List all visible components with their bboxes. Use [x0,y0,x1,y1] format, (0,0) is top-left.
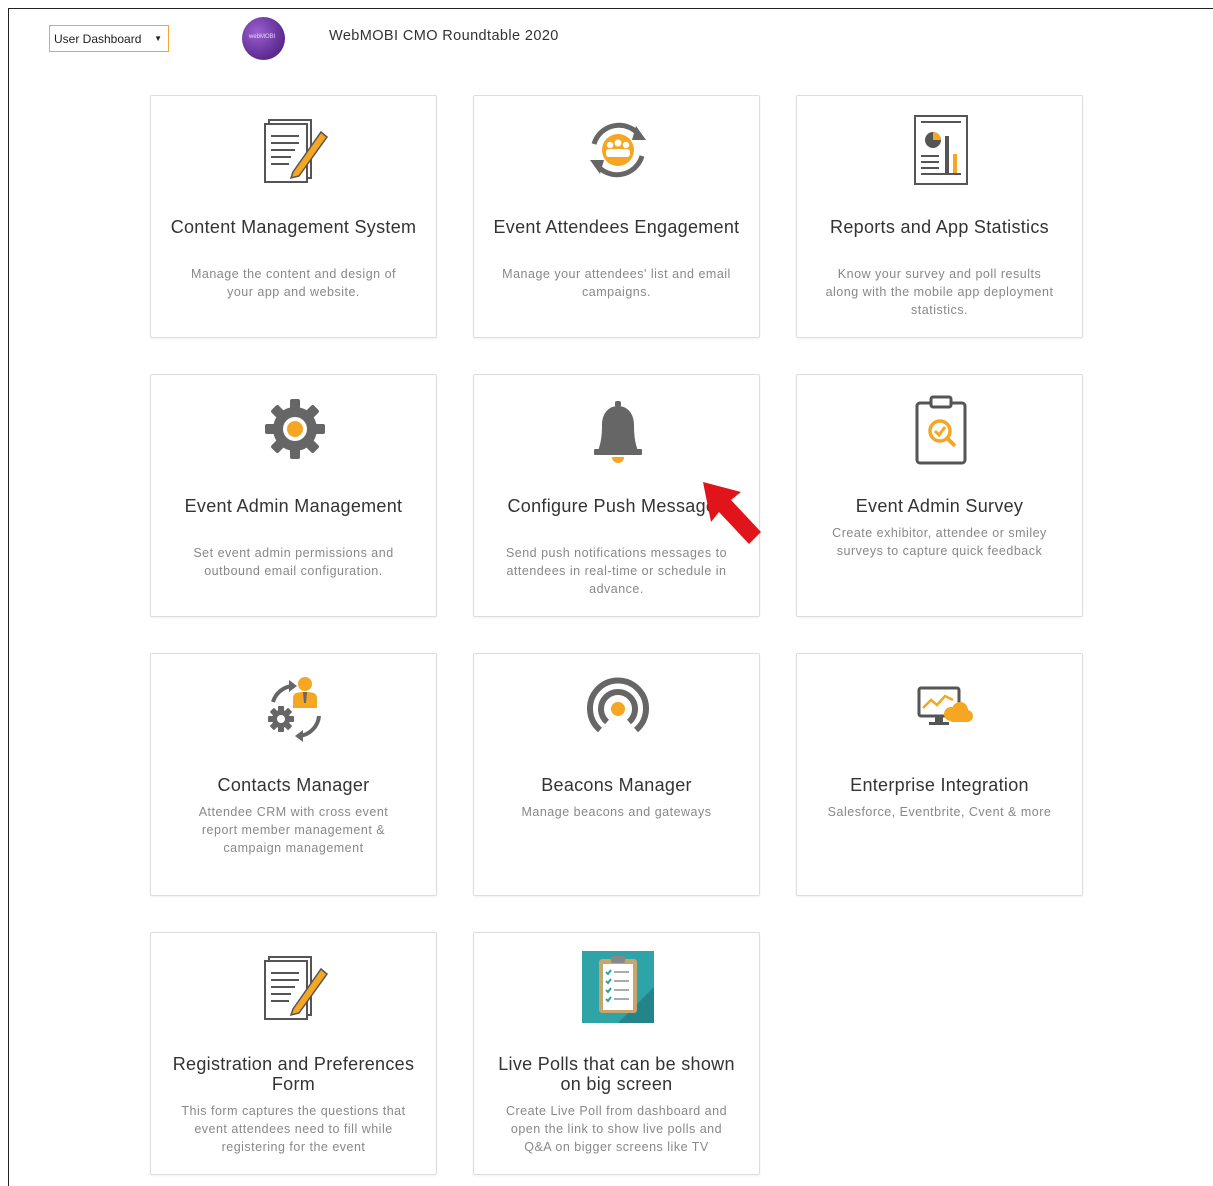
card-event-admin-management[interactable]: Event Admin Management Set event admin p… [150,374,437,617]
card-event-admin-survey[interactable]: Event Admin Survey Create exhibitor, att… [796,374,1083,617]
card-description: Salesforce, Eventbrite, Cvent & more [827,805,1052,819]
card-enterprise-integration[interactable]: Enterprise Integration Salesforce, Event… [796,653,1083,896]
event-title: WebMOBI CMO Roundtable 2020 [329,28,559,44]
monitor-cloud-icon [917,686,973,725]
card-description: Manage beacons and gateways [521,805,712,819]
card-title: Live Polls that can be shown on big scre… [498,1054,735,1094]
card-reports-statistics[interactable]: Reports and App Statistics Know your sur… [796,95,1083,338]
card-contacts-manager[interactable]: Contacts Manager Attendee CRM with cross… [150,653,437,896]
event-logo: webMOBI [242,17,285,60]
card-description: Create Live Poll from dashboard and open… [505,1104,728,1154]
card-description: Attendee CRM with cross event report mem… [198,805,389,855]
card-description: Know your survey and poll results along … [825,267,1054,317]
checklist-clipboard-icon [582,951,654,1023]
card-description: Create exhibitor, attendee or smiley sur… [832,526,1047,558]
dashboard-select-value: User Dashboard [54,31,142,46]
page-border-top [8,8,1213,9]
clipboard-search-icon [915,395,967,465]
gear-icon [265,399,325,459]
card-description: This form captures the questions that ev… [181,1104,406,1154]
card-description: Manage your attendees' list and email ca… [502,267,731,299]
chevron-down-icon: ▼ [154,34,162,43]
report-chart-icon [914,115,968,185]
beacon-icon [587,677,649,733]
attendees-refresh-icon [590,122,646,178]
card-content-management[interactable]: Content Management System Manage the con… [150,95,437,338]
contact-sync-icon [268,677,321,742]
card-title: Event Attendees Engagement [493,217,740,237]
page-border-left [8,8,9,1186]
card-title: Event Admin Survey [855,496,1024,516]
card-description: Send push notifications messages to atte… [505,546,728,596]
document-edit-icon [264,956,329,1020]
card-title: Event Admin Management [184,496,403,516]
card-title: Registration and Preferences Form [172,1054,415,1094]
card-title: Contacts Manager [217,775,370,795]
dashboard-select[interactable]: User Dashboard ▼ [49,25,169,52]
card-description: Set event admin permissions and outbound… [193,546,394,578]
card-description: Manage the content and design of your ap… [190,267,397,299]
card-attendees-engagement[interactable]: Event Attendees Engagement Manage your a… [473,95,760,338]
card-registration-form[interactable]: Registration and Preferences Form This f… [150,932,437,1175]
card-live-polls[interactable]: Live Polls that can be shown on big scre… [473,932,760,1175]
card-beacons-manager[interactable]: Beacons Manager Manage beacons and gatew… [473,653,760,896]
bell-icon [594,401,642,463]
red-arrow-icon [703,482,761,544]
card-title: Enterprise Integration [850,775,1029,795]
card-title: Reports and App Statistics [830,217,1049,237]
card-title: Beacons Manager [541,775,692,795]
card-title: Content Management System [170,217,417,237]
event-logo-text: webMOBI [249,34,276,40]
document-edit-icon [264,119,329,183]
